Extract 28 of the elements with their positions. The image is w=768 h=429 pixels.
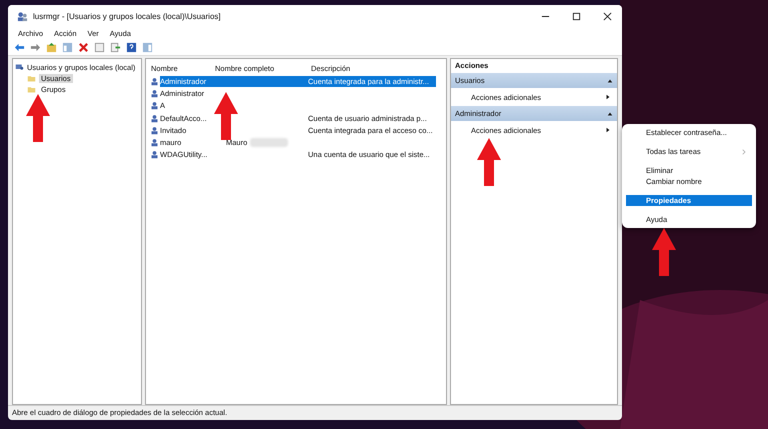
pointer-arrow [214,92,238,140]
close-icon[interactable] [603,12,612,20]
pointer-arrow [26,94,50,142]
folder-up-icon[interactable] [46,42,57,53]
collapse-icon [607,110,613,116]
user-icon [150,138,159,148]
properties-icon[interactable] [94,42,105,53]
export-icon[interactable] [110,42,121,53]
collapse-icon [607,78,613,84]
pointer-arrow [652,228,676,276]
window-title: lusrmgr - [Usuarios y grupos locales (local)\Usuarios] [33,12,222,20]
submenu-arrow-icon [605,94,611,100]
user-icon [150,126,159,135]
maximize-icon[interactable] [572,12,581,20]
forward-arrow-icon[interactable] [30,42,41,53]
user-icon [150,76,159,86]
back-arrow-icon[interactable] [14,42,25,53]
submenu-arrow-icon [605,127,611,133]
user-icon [150,150,159,160]
pointer-arrow [477,138,501,186]
chevron-icon [741,148,746,154]
computer-users-icon [15,63,24,72]
help-icon[interactable] [126,42,137,53]
user-icon [150,88,159,98]
user-icon [150,114,159,123]
delete-icon[interactable] [78,42,89,53]
user-icon [150,101,159,110]
users-icon [17,10,28,22]
